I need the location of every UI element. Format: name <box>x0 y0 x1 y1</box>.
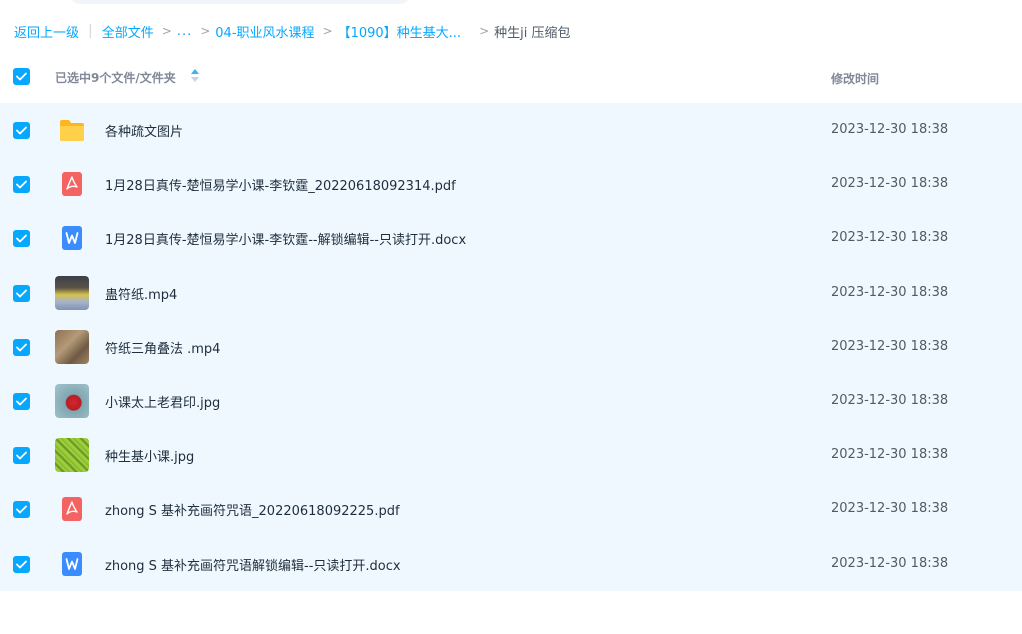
video-thumbnail <box>55 275 89 310</box>
file-row[interactable]: zhong S 基补充画符咒语解锁编辑--只读打开.docx 2023-12-30… <box>0 537 1022 591</box>
doc-icon <box>55 547 89 581</box>
check-icon <box>16 72 27 81</box>
chevron-right-icon: > <box>322 24 333 38</box>
column-header-modified-time[interactable]: 修改时间 <box>831 70 879 87</box>
file-modified-time: 2023-12-30 18:38 <box>831 176 949 192</box>
file-list-header: 已选中9个文件/文件夹 修改时间 <box>0 56 1022 102</box>
check-icon <box>16 126 27 135</box>
image-thumbnail <box>55 438 89 473</box>
file-row[interactable]: 1月28日真传-楚恒易学小课-李钦霆_20220618092314.pdf 202… <box>0 157 1022 211</box>
chevron-right-icon: > <box>479 24 490 38</box>
selection-count-label: 已选中9个文件/文件夹 <box>55 71 176 85</box>
file-name[interactable]: 各种疏文图片 <box>105 121 183 140</box>
file-row[interactable]: 符纸三角叠法 .mp4 2023-12-30 18:38 <box>0 320 1022 374</box>
row-checkbox[interactable] <box>13 284 30 302</box>
image-thumbnail <box>55 383 89 418</box>
file-row[interactable]: 种生基小课.jpg 2023-12-30 18:38 <box>0 428 1022 482</box>
row-checkbox[interactable] <box>13 176 30 194</box>
check-icon <box>16 560 27 568</box>
file-row[interactable]: zhong S 基补充画符咒语_20220618092225.pdf 2023-1… <box>0 482 1022 536</box>
file-name[interactable]: zhong S 基补充画符咒语_20220618092225.pdf <box>105 500 400 519</box>
back-link[interactable]: 返回上一级 <box>14 22 79 41</box>
breadcrumb-all-files[interactable]: 全部文件 <box>102 22 154 41</box>
file-modified-time: 2023-12-30 18:38 <box>831 338 949 354</box>
check-icon <box>16 289 27 297</box>
file-name[interactable]: 蛊符纸.mp4 <box>105 284 177 303</box>
file-modified-time: 2023-12-30 18:38 <box>831 501 949 517</box>
select-all-checkbox[interactable] <box>13 68 30 85</box>
row-checkbox[interactable] <box>13 392 30 410</box>
file-row[interactable]: 1月28日真传-楚恒易学小课-李钦霆--解锁编辑--只读打开.docx 2023-… <box>0 211 1022 265</box>
video-thumbnail <box>55 329 89 364</box>
file-row[interactable]: 各种疏文图片 2023-12-30 18:38 <box>0 103 1022 157</box>
file-list: 各种疏文图片 2023-12-30 18:38 1月28日真传-楚恒易学小课-李钦霆… <box>0 103 1022 591</box>
file-name[interactable]: 1月28日真传-楚恒易学小课-李钦霆_20220618092314.pdf <box>105 175 456 194</box>
check-icon <box>16 451 27 460</box>
file-name[interactable]: 1月28日真传-楚恒易学小课-李钦霆--解锁编辑--只读打开.docx <box>105 229 466 248</box>
file-modified-time: 2023-12-30 18:38 <box>831 447 949 463</box>
row-checkbox[interactable] <box>13 555 30 573</box>
file-modified-time: 2023-12-30 18:38 <box>831 230 949 246</box>
pdf-icon <box>55 167 89 201</box>
check-icon <box>16 505 27 514</box>
row-checkbox[interactable] <box>13 230 30 248</box>
row-checkbox[interactable] <box>13 338 30 356</box>
check-icon <box>16 180 27 189</box>
row-checkbox[interactable] <box>13 122 30 139</box>
file-row[interactable]: 蛊符纸.mp4 2023-12-30 18:38 <box>0 266 1022 320</box>
file-modified-time: 2023-12-30 18:38 <box>831 284 949 300</box>
pdf-icon <box>55 492 89 526</box>
check-icon <box>16 397 27 406</box>
breadcrumb: 返回上一级 | 全部文件 > ... > 04-职业风水课程 > 【1090】种… <box>14 21 570 41</box>
breadcrumb-ellipsis[interactable]: ... <box>177 24 192 39</box>
file-modified-time: 2023-12-30 18:38 <box>831 392 949 408</box>
breadcrumb-item-1090[interactable]: 【1090】种生基大... <box>338 22 461 41</box>
file-name[interactable]: zhong S 基补充画符咒语解锁编辑--只读打开.docx <box>105 555 401 574</box>
file-name[interactable]: 符纸三角叠法 .mp4 <box>105 338 220 357</box>
row-checkbox[interactable] <box>13 447 30 465</box>
check-icon <box>16 234 27 243</box>
file-row[interactable]: 小课太上老君印.jpg 2023-12-30 18:38 <box>0 374 1022 428</box>
doc-icon <box>55 221 89 255</box>
file-modified-time: 2023-12-30 18:38 <box>831 555 949 571</box>
check-icon <box>16 343 27 352</box>
toolbar-edge <box>70 0 410 4</box>
file-name[interactable]: 小课太上老君印.jpg <box>105 392 220 411</box>
breadcrumb-current: 种生ji 压缩包 <box>494 25 571 41</box>
chevron-right-icon: > <box>161 24 172 38</box>
file-name[interactable]: 种生基小课.jpg <box>105 446 194 465</box>
folder-icon <box>55 113 89 147</box>
breadcrumb-divider: | <box>88 23 93 39</box>
breadcrumb-item-course[interactable]: 04-职业风水课程 <box>215 22 314 41</box>
file-modified-time: 2023-12-30 18:38 <box>831 122 949 137</box>
row-checkbox[interactable] <box>13 501 30 519</box>
sort-icon[interactable] <box>190 68 200 84</box>
chevron-right-icon: > <box>200 24 211 38</box>
